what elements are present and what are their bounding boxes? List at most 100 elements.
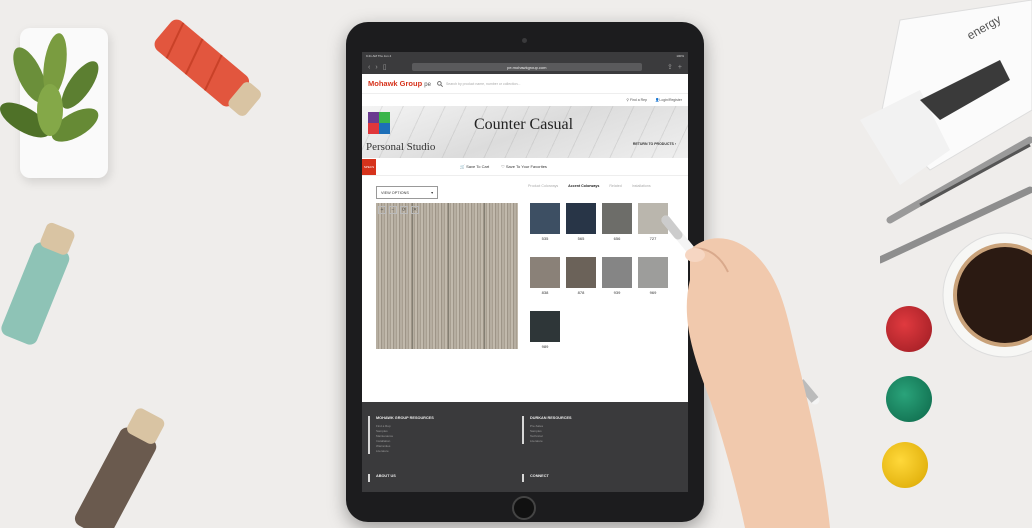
teal-thread-spool-icon: [1, 222, 75, 345]
footer-heading: DURKAN RESOURCES: [530, 416, 572, 420]
footer-connect: CONNECT: [522, 474, 549, 482]
share-icon[interactable]: ⇪: [667, 63, 673, 71]
footer-about: ABOUT US: [368, 474, 396, 482]
swatch-535[interactable]: 535: [530, 203, 560, 241]
specs-tab[interactable]: SPECS: [362, 159, 376, 175]
footer-durkan-resources: DURKAN RESOURCES Pre-Sales Samples Techn…: [522, 416, 662, 444]
footer-heading[interactable]: CONNECT: [530, 474, 549, 478]
new-tab-icon[interactable]: +: [678, 64, 682, 71]
zoom-in-icon[interactable]: +: [378, 206, 386, 214]
hand-with-stylus-icon: [661, 215, 830, 528]
tile-seam: [484, 203, 485, 349]
browser-url-bar: ‹ › ▯ pe.mohawkgroup.com ⇪ +: [362, 60, 688, 74]
tab-accent-colorways[interactable]: Accent Colorways: [568, 184, 599, 188]
site-footer: MOHAWK GROUP RESOURCES Find a Rep Sample…: [362, 402, 688, 492]
action-row: SPECS 🛒 Save To Cart ♡ Save To Your Favo…: [362, 158, 688, 176]
colorway-tabs: Product Colorways Accent Colorways Relat…: [528, 184, 651, 188]
zoom-out-icon[interactable]: −: [389, 206, 397, 214]
swatch-chip: [530, 203, 560, 234]
brand-name: Mohawk Group: [368, 79, 423, 88]
status-bar: 9:41 AM Thu Jun 4 100%: [362, 52, 688, 60]
swatch-code: 535: [541, 236, 549, 241]
footer-link[interactable]: Maintenance: [376, 434, 508, 438]
footer-link[interactable]: Samples: [376, 429, 508, 433]
status-time: 9:41 AM Thu Jun 4: [366, 54, 392, 58]
home-button[interactable]: [512, 496, 536, 520]
swatch-878[interactable]: 878: [566, 257, 596, 295]
tab-installations[interactable]: Installations: [632, 184, 651, 188]
return-to-products-link[interactable]: RETURN TO PRODUCTS ›: [633, 142, 676, 146]
brand-suffix: pe: [424, 82, 431, 88]
pompom-red-icon: [886, 306, 932, 352]
pompom-yellow-icon: [882, 442, 928, 488]
swatch-838[interactable]: 838: [530, 257, 560, 295]
bookmarks-icon[interactable]: ▯: [383, 63, 387, 71]
brown-thread-spool-icon: [74, 408, 165, 528]
search-icon: [437, 80, 443, 87]
coffee-cup-icon: [942, 232, 1032, 358]
swatch-chip: [566, 203, 596, 234]
footer-link[interactable]: Pre-Sales: [530, 424, 662, 428]
red-thread-spool-icon: [154, 19, 261, 116]
save-to-favorites-button[interactable]: ♡ Save To Your Favorites: [501, 164, 547, 169]
swatch-code: 656: [613, 236, 621, 241]
save-to-cart-button[interactable]: 🛒 Save To Cart: [460, 164, 489, 169]
swatch-code: 878: [577, 290, 585, 295]
product-content: VIEW OPTIONS ▾ + − ⟳ ✕ Product Colorways…: [362, 176, 688, 356]
tile-seam: [412, 203, 413, 349]
utility-links: ⚲ Find a Rep 👤Login/Register: [362, 94, 688, 106]
tab-product-colorways[interactable]: Product Colorways: [528, 184, 558, 188]
mohawk-logo[interactable]: Mohawk Group pe: [368, 79, 431, 88]
tile-seam: [448, 203, 449, 349]
swatch-code: 939: [613, 290, 621, 295]
studio-name: Personal Studio: [366, 141, 436, 153]
save-to-favorites-label: Save To Your Favorites: [505, 164, 547, 169]
rotate-icon[interactable]: ⟳: [400, 206, 408, 214]
view-options-dropdown[interactable]: VIEW OPTIONS ▾: [376, 186, 438, 199]
swatch-code: 989: [541, 344, 549, 349]
forward-icon[interactable]: ›: [375, 64, 377, 71]
swatch-chip: [530, 257, 560, 288]
footer-mohawk-resources: MOHAWK GROUP RESOURCES Find a Rep Sample…: [368, 416, 508, 454]
viewer-tools: + − ⟳ ✕: [378, 206, 419, 214]
product-title: Counter Casual: [474, 116, 574, 133]
tablet-screen: 9:41 AM Thu Jun 4 100% ‹ › ▯ pe.mohawkgr…: [362, 52, 688, 492]
swatch-989[interactable]: 989: [530, 311, 560, 349]
login-label: Login/Register: [659, 98, 682, 102]
url-field[interactable]: pe.mohawkgroup.com: [411, 63, 643, 71]
chevron-down-icon: ▾: [431, 191, 433, 195]
succulent-plant-icon: [0, 33, 99, 142]
footer-heading: MOHAWK GROUP RESOURCES: [376, 416, 434, 420]
swatch-565[interactable]: 565: [566, 203, 596, 241]
rug-preview-image[interactable]: [376, 203, 518, 349]
swatch-chip: [566, 257, 596, 288]
find-rep-label: Find a Rep: [629, 98, 648, 102]
tab-related[interactable]: Related: [609, 184, 621, 188]
footer-link[interactable]: Samples: [530, 429, 662, 433]
view-options-label: VIEW OPTIONS: [381, 190, 409, 195]
pompom-green-icon: [886, 376, 932, 422]
camera-icon: [522, 38, 527, 43]
footer-link[interactable]: Find a Rep: [376, 424, 508, 428]
login-link[interactable]: 👤Login/Register: [655, 98, 682, 102]
reset-icon[interactable]: ✕: [411, 206, 419, 214]
swatch-939[interactable]: 939: [602, 257, 632, 295]
back-icon[interactable]: ‹: [368, 64, 370, 71]
personal-studio-logo-icon: [368, 112, 390, 134]
swatch-code: 838: [541, 290, 549, 295]
footer-link[interactable]: Literature: [376, 449, 508, 453]
swatch-656[interactable]: 656: [602, 203, 632, 241]
url-text: pe.mohawkgroup.com: [507, 64, 547, 70]
footer-link[interactable]: Installation: [376, 439, 508, 443]
search-placeholder: Search by product name, number or collec…: [445, 81, 521, 86]
footer-link[interactable]: Technical: [530, 434, 662, 438]
footer-heading[interactable]: ABOUT US: [376, 474, 396, 478]
footer-link[interactable]: Warranties: [376, 444, 508, 448]
footer-link[interactable]: Literature: [530, 439, 662, 443]
swatch-code: 565: [577, 236, 585, 241]
site-header: Mohawk Group pe Search by product name, …: [362, 74, 688, 94]
search-bar[interactable]: Search by product name, number or collec…: [437, 80, 521, 87]
status-battery: 100%: [676, 54, 684, 58]
find-rep-link[interactable]: ⚲ Find a Rep: [626, 98, 647, 102]
save-to-cart-label: Save To Cart: [466, 164, 490, 169]
